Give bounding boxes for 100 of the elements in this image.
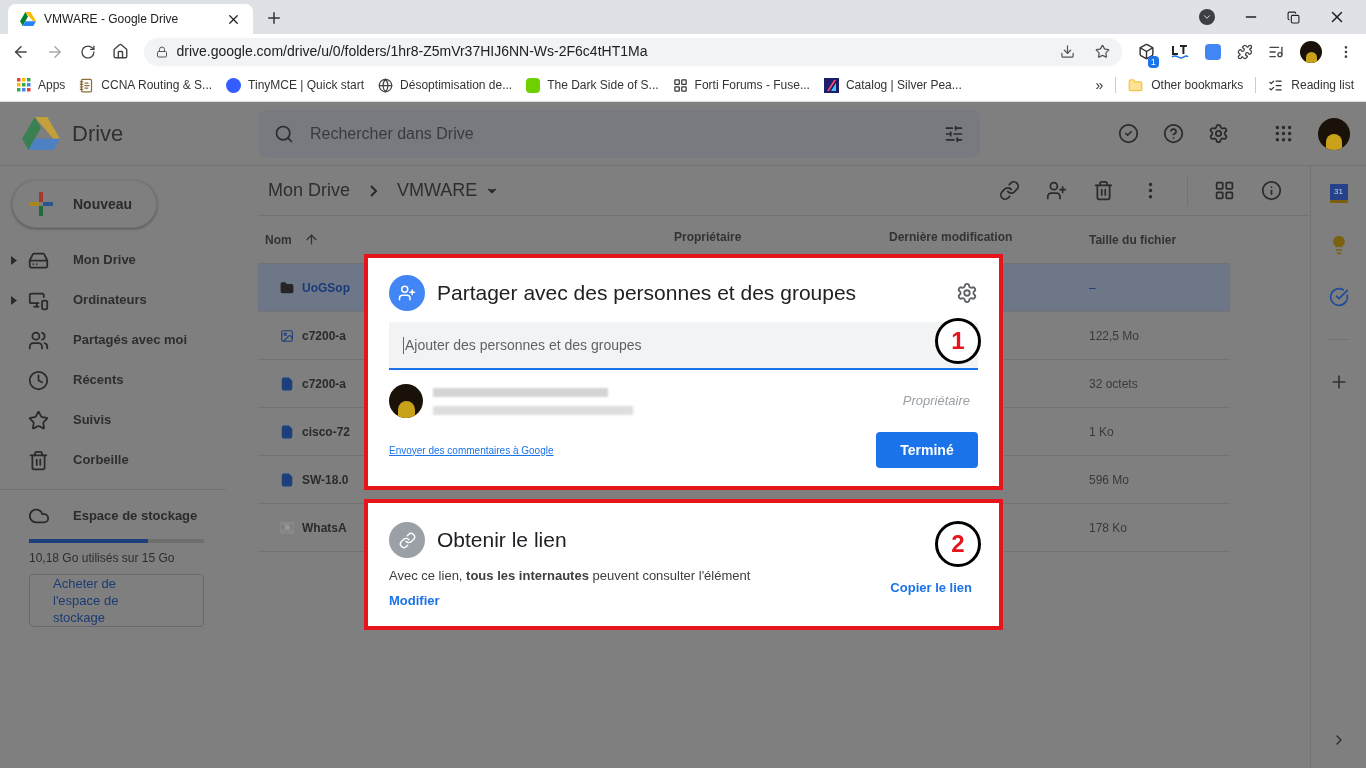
file-size: 1 Ko <box>1089 423 1114 441</box>
nav-item[interactable]: Récents <box>0 360 258 400</box>
dialog-title: Partager avec des personnes et des groupes <box>437 280 858 307</box>
catalog-logo-icon <box>823 77 839 93</box>
bookmarks-overflow[interactable]: » <box>1095 74 1104 96</box>
globe-icon <box>378 77 394 93</box>
nav-item[interactable]: Ordinateurs <box>0 280 258 320</box>
file-size: 178 Ko <box>1089 519 1128 537</box>
storage-usage: 10,18 Go utilisés sur 15 Go <box>29 550 176 567</box>
install-icon[interactable] <box>1059 44 1075 59</box>
settings-icon[interactable] <box>1208 123 1229 144</box>
filter-icon[interactable] <box>944 123 964 144</box>
nav-item[interactable]: Suivis <box>0 400 258 440</box>
language-tool-icon[interactable] <box>1170 44 1189 59</box>
site-favicon-icon <box>526 77 541 93</box>
grid-icon <box>672 77 688 93</box>
file-name: SW-18.0 <box>302 471 349 489</box>
column-header: Propriétaire <box>674 229 743 246</box>
column-header: Taille du fichier <box>1089 231 1177 249</box>
grid-view-icon[interactable] <box>1214 180 1235 201</box>
column-header: Dernière modification <box>889 229 1014 246</box>
bookmark[interactable]: Forti Forums - Fuse... <box>672 76 810 94</box>
extension-badge: 1 <box>1147 56 1159 68</box>
owner-role: Propriétaire <box>902 392 970 411</box>
extension-cube-icon[interactable] <box>1137 43 1155 60</box>
expand-arrow-icon[interactable] <box>11 295 17 305</box>
column-header[interactable]: Nom <box>265 230 292 249</box>
bookmark[interactable]: CCNA Routing & S... <box>79 76 213 94</box>
file-name: WhatsA <box>302 519 347 537</box>
buy-storage-button[interactable]: Acheter de l'espace de stockage <box>29 574 204 627</box>
file-size: 32 octets <box>1089 375 1138 393</box>
restore-icon[interactable] <box>1287 10 1300 24</box>
other-bookmarks[interactable]: Other bookmarks <box>1128 76 1244 94</box>
annotation-number: 2 <box>935 521 981 567</box>
extensions-icon[interactable] <box>1236 43 1253 60</box>
file-size: 596 Mo <box>1089 471 1130 489</box>
apps-icon[interactable] <box>1273 123 1294 144</box>
nav-item[interactable]: Mon Drive <box>0 240 258 280</box>
file-name: UoGSop <box>302 279 350 297</box>
trash-icon <box>28 449 49 471</box>
copy-link[interactable]: Copier le lien <box>890 577 972 597</box>
address-bar[interactable]: drive.google.com/drive/u/0/folders/1hr8-Z5mVr37HIJ6NN-Ws-2F6c4tHT1Ma <box>144 37 1122 66</box>
file-name: cisco-72 <box>302 423 351 441</box>
bookmark-star-icon[interactable] <box>1094 44 1110 59</box>
drive-logo <box>22 116 60 150</box>
owner-avatar <box>389 384 423 418</box>
breadcrumb-item[interactable]: VMWARE <box>397 177 478 204</box>
link-icon[interactable] <box>999 180 1020 201</box>
account-avatar <box>1318 117 1350 150</box>
offline-check-icon[interactable] <box>1118 123 1139 144</box>
add-person-icon[interactable] <box>1046 180 1067 201</box>
bookmark[interactable]: The Dark Side of S... <box>526 76 659 94</box>
browser-tab[interactable]: VMWARE - Google Drive <box>8 4 253 34</box>
profile-avatar <box>1300 40 1323 63</box>
help-icon[interactable] <box>1163 123 1184 144</box>
nav-item[interactable]: Corbeille <box>0 440 258 480</box>
search-field[interactable]: Rechercher dans Drive <box>258 109 980 158</box>
file-name: c7200-a <box>302 375 347 393</box>
breadcrumb-item[interactable]: Mon Drive <box>268 177 351 204</box>
link-icon <box>389 522 425 558</box>
bookmark[interactable]: Désoptimisation de... <box>378 76 513 94</box>
bookmark[interactable]: Catalog | Silver Pea... <box>823 76 962 94</box>
file-size: – <box>1089 279 1096 297</box>
nav-item[interactable]: Partagés avec moi <box>0 320 258 360</box>
storage-label: Espace de stockage <box>73 507 198 526</box>
notebook-icon <box>79 77 95 93</box>
lock-icon <box>156 45 169 58</box>
drive-title: Drive <box>72 120 124 148</box>
bookmark[interactable]: Apps <box>17 76 66 94</box>
people-icon <box>28 329 49 351</box>
add-person-icon <box>389 275 425 311</box>
bookmark[interactable]: TinyMCE | Quick start <box>226 76 365 94</box>
search-icon <box>274 123 294 144</box>
info-icon[interactable] <box>1261 180 1282 201</box>
chevron-right-icon <box>370 184 378 197</box>
new-button[interactable]: Nouveau <box>12 180 157 228</box>
modify-link[interactable]: Modifier <box>389 590 891 610</box>
url-text: drive.google.com/drive/u/0/folders/1hr8-Z5mVr37HIJ6NN-Ws-2F6c4tHT1Ma <box>176 42 649 61</box>
home-icon[interactable] <box>111 43 129 60</box>
link-description: Avec ce lien, tous les internautes peuvent consulter l'élément <box>389 567 752 585</box>
done-button[interactable]: Terminé <box>876 432 978 468</box>
feedback-link[interactable]: Envoyer des commentaires à Google <box>389 442 554 458</box>
star-icon <box>28 409 49 431</box>
settings-icon[interactable] <box>956 282 978 304</box>
calendar-icon[interactable]: 31 <box>1329 184 1348 203</box>
reading-list[interactable]: Reading list <box>1268 76 1354 94</box>
dropdown-icon[interactable] <box>1199 9 1215 25</box>
clock-icon <box>28 369 49 391</box>
tiny-logo-icon <box>226 77 242 93</box>
dialog-title: Obtenir le lien <box>437 527 567 554</box>
file-name: c7200-a <box>302 327 347 345</box>
trash-icon[interactable] <box>1093 180 1114 201</box>
new-tab-icon[interactable] <box>265 9 283 27</box>
expand-arrow-icon[interactable] <box>11 255 17 265</box>
drive-favicon-icon <box>20 12 36 26</box>
reading-list-icon <box>1268 77 1284 93</box>
tasks-icon[interactable] <box>1328 287 1349 307</box>
colorful-plus-icon <box>29 192 53 216</box>
tab-title: VMWARE - Google Drive <box>44 11 180 28</box>
reload-icon[interactable] <box>79 43 96 60</box>
